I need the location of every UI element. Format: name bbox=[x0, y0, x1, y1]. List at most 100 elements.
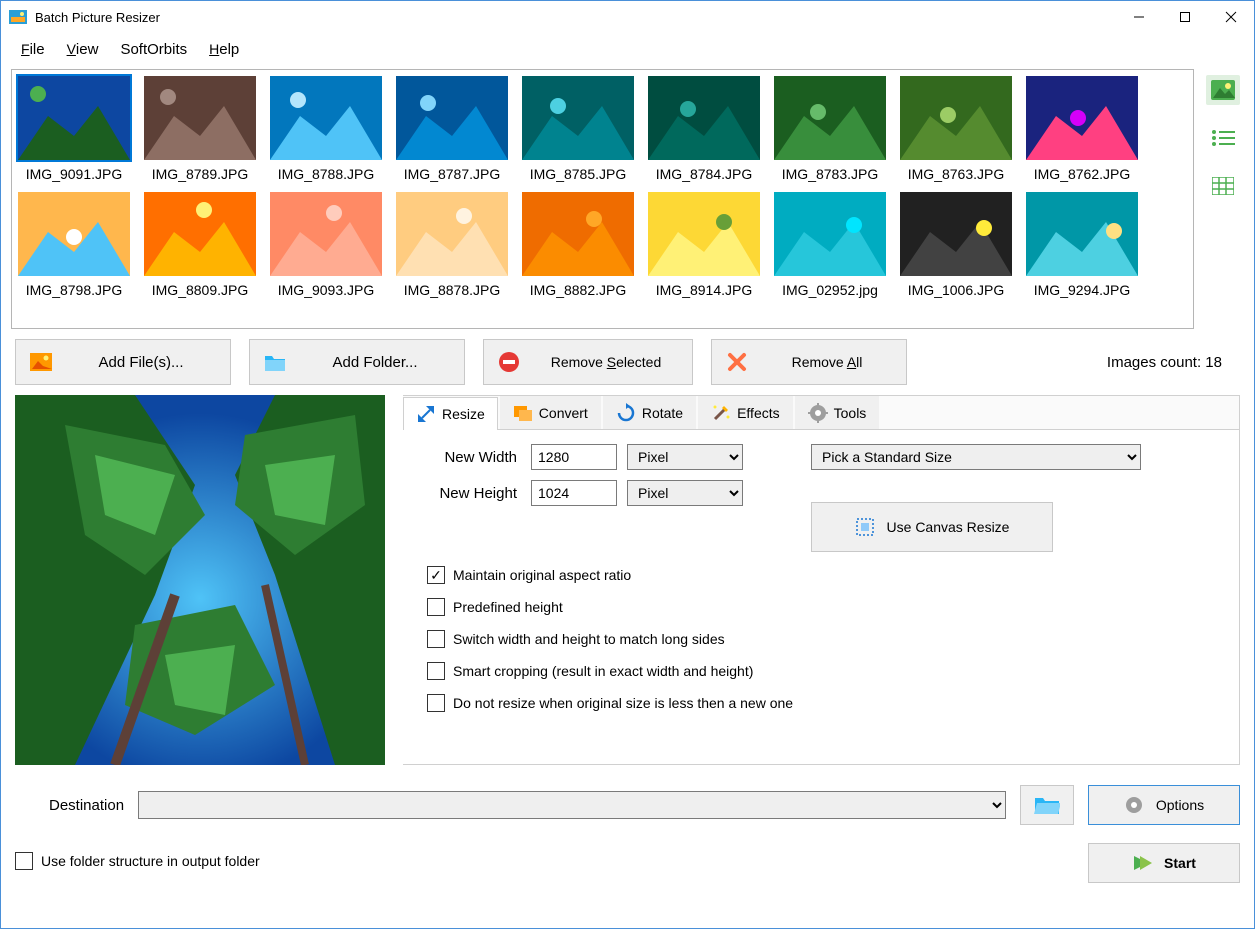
thumbnail-item[interactable]: IMG_8878.JPG bbox=[396, 192, 508, 298]
thumbnail-item[interactable]: IMG_8914.JPG bbox=[648, 192, 760, 298]
remove-selected-button[interactable]: Remove Selected bbox=[483, 339, 693, 385]
aspect-ratio-checkbox[interactable]: Maintain original aspect ratio bbox=[427, 566, 1221, 584]
tab-effects[interactable]: Effects bbox=[698, 396, 793, 429]
thumbnail-image bbox=[900, 192, 1012, 276]
thumbnail-item[interactable]: IMG_8788.JPG bbox=[270, 76, 382, 182]
thumbnail-item[interactable]: IMG_8784.JPG bbox=[648, 76, 760, 182]
thumbnail-label: IMG_02952.jpg bbox=[782, 282, 878, 298]
thumbnail-item[interactable]: IMG_1006.JPG bbox=[900, 192, 1012, 298]
button-label: Remove Selected bbox=[534, 354, 678, 371]
thumbnail-label: IMG_8789.JPG bbox=[152, 166, 249, 182]
thumbnail-item[interactable]: IMG_8762.JPG bbox=[1026, 76, 1138, 182]
thumbnail-item[interactable]: IMG_8798.JPG bbox=[18, 192, 130, 298]
checkbox-icon bbox=[427, 566, 445, 584]
thumbnail-item[interactable]: IMG_8882.JPG bbox=[522, 192, 634, 298]
thumbnail-label: IMG_8914.JPG bbox=[656, 282, 753, 298]
convert-icon bbox=[513, 403, 533, 423]
resize-tab-body: New Width Pixel New Height Pixel Pick a … bbox=[403, 430, 1239, 764]
view-grid-button[interactable] bbox=[1206, 171, 1240, 201]
new-width-input[interactable] bbox=[531, 444, 617, 470]
menu-file[interactable]: File bbox=[11, 38, 55, 61]
window-controls bbox=[1116, 1, 1254, 33]
rotate-icon bbox=[616, 403, 636, 423]
thumbnail-item[interactable]: IMG_8763.JPG bbox=[900, 76, 1012, 182]
tab-tools[interactable]: Tools bbox=[795, 396, 880, 429]
thumbnail-image bbox=[648, 192, 760, 276]
predefined-height-checkbox[interactable]: Predefined height bbox=[427, 598, 1221, 616]
add-folder-button[interactable]: Add Folder... bbox=[249, 339, 465, 385]
start-button[interactable]: Start bbox=[1088, 843, 1240, 883]
thumbnail-label: IMG_8878.JPG bbox=[404, 282, 501, 298]
view-thumbnails-button[interactable] bbox=[1206, 75, 1240, 105]
thumbnail-image bbox=[774, 76, 886, 160]
switch-sides-checkbox[interactable]: Switch width and height to match long si… bbox=[427, 630, 1221, 648]
checkbox-icon bbox=[427, 598, 445, 616]
options-button[interactable]: Options bbox=[1088, 785, 1240, 825]
new-width-label: New Width bbox=[421, 449, 531, 466]
tab-label: Effects bbox=[737, 405, 780, 421]
destination-select[interactable] bbox=[138, 791, 1006, 819]
checkbox-icon bbox=[427, 694, 445, 712]
standard-size-select[interactable]: Pick a Standard Size bbox=[811, 444, 1141, 470]
thumbnail-label: IMG_8798.JPG bbox=[26, 282, 123, 298]
thumbnail-image bbox=[522, 192, 634, 276]
new-height-label: New Height bbox=[421, 485, 531, 502]
minimize-button[interactable] bbox=[1116, 1, 1162, 33]
add-files-button[interactable]: Add File(s)... bbox=[15, 339, 231, 385]
app-icon bbox=[9, 8, 27, 26]
thumbnail-label: IMG_8787.JPG bbox=[404, 166, 501, 182]
window-title: Batch Picture Resizer bbox=[35, 10, 1116, 25]
maximize-button[interactable] bbox=[1162, 1, 1208, 33]
thumbnail-image bbox=[1026, 76, 1138, 160]
menu-softorbits[interactable]: SoftOrbits bbox=[110, 38, 197, 61]
checkbox-icon bbox=[427, 662, 445, 680]
delete-icon bbox=[726, 351, 748, 373]
view-list-button[interactable] bbox=[1206, 123, 1240, 153]
tabs: Resize Convert Rotate Effects Tools bbox=[403, 396, 1239, 430]
menu-help[interactable]: Help bbox=[199, 38, 249, 61]
thumbnail-item[interactable]: IMG_8783.JPG bbox=[774, 76, 886, 182]
remove-all-button[interactable]: Remove All bbox=[711, 339, 907, 385]
browse-folder-button[interactable] bbox=[1020, 785, 1074, 825]
gear-icon bbox=[1124, 795, 1144, 815]
thumbnail-label: IMG_1006.JPG bbox=[908, 282, 1005, 298]
width-unit-select[interactable]: Pixel bbox=[627, 444, 743, 470]
thumbnail-item[interactable]: IMG_8809.JPG bbox=[144, 192, 256, 298]
tab-label: Tools bbox=[834, 405, 867, 421]
tools-icon bbox=[808, 403, 828, 423]
tab-rotate[interactable]: Rotate bbox=[603, 396, 696, 429]
preview-image bbox=[15, 395, 385, 765]
checkbox-icon bbox=[15, 852, 33, 870]
thumbnail-item[interactable]: IMG_8789.JPG bbox=[144, 76, 256, 182]
canvas-icon bbox=[855, 517, 875, 537]
thumbnail-image bbox=[1026, 192, 1138, 276]
thumbnail-item[interactable]: IMG_9091.JPG bbox=[18, 76, 130, 182]
thumbnail-item[interactable]: IMG_9294.JPG bbox=[1026, 192, 1138, 298]
thumbnail-item[interactable]: IMG_02952.jpg bbox=[774, 192, 886, 298]
height-unit-select[interactable]: Pixel bbox=[627, 480, 743, 506]
thumbnail-image bbox=[774, 192, 886, 276]
smart-cropping-checkbox[interactable]: Smart cropping (result in exact width an… bbox=[427, 662, 1221, 680]
folder-structure-checkbox[interactable]: Use folder structure in output folder bbox=[11, 838, 264, 870]
button-label: Use Canvas Resize bbox=[887, 519, 1010, 535]
canvas-resize-button[interactable]: Use Canvas Resize bbox=[811, 502, 1053, 552]
thumbnail-label: IMG_8882.JPG bbox=[530, 282, 627, 298]
menubar: File View SoftOrbits Help bbox=[1, 33, 1254, 61]
menu-view[interactable]: View bbox=[57, 38, 109, 61]
tab-convert[interactable]: Convert bbox=[500, 396, 601, 429]
thumbnail-image bbox=[144, 192, 256, 276]
new-height-input[interactable] bbox=[531, 480, 617, 506]
thumbnail-item[interactable]: IMG_8787.JPG bbox=[396, 76, 508, 182]
thumbnail-label: IMG_8788.JPG bbox=[278, 166, 375, 182]
tab-resize[interactable]: Resize bbox=[403, 397, 498, 430]
thumbnail-item[interactable]: IMG_9093.JPG bbox=[270, 192, 382, 298]
no-upscale-checkbox[interactable]: Do not resize when original size is less… bbox=[427, 694, 1221, 712]
thumbnail-image bbox=[396, 76, 508, 160]
tab-label: Convert bbox=[539, 405, 588, 421]
thumbnail-item[interactable]: IMG_8785.JPG bbox=[522, 76, 634, 182]
play-icon bbox=[1132, 854, 1152, 872]
thumbnails-panel: IMG_9091.JPG IMG_8789.JPG IMG_8788.JPG bbox=[11, 69, 1194, 329]
close-button[interactable] bbox=[1208, 1, 1254, 33]
thumbnail-label: IMG_8809.JPG bbox=[152, 282, 249, 298]
tab-label: Rotate bbox=[642, 405, 683, 421]
